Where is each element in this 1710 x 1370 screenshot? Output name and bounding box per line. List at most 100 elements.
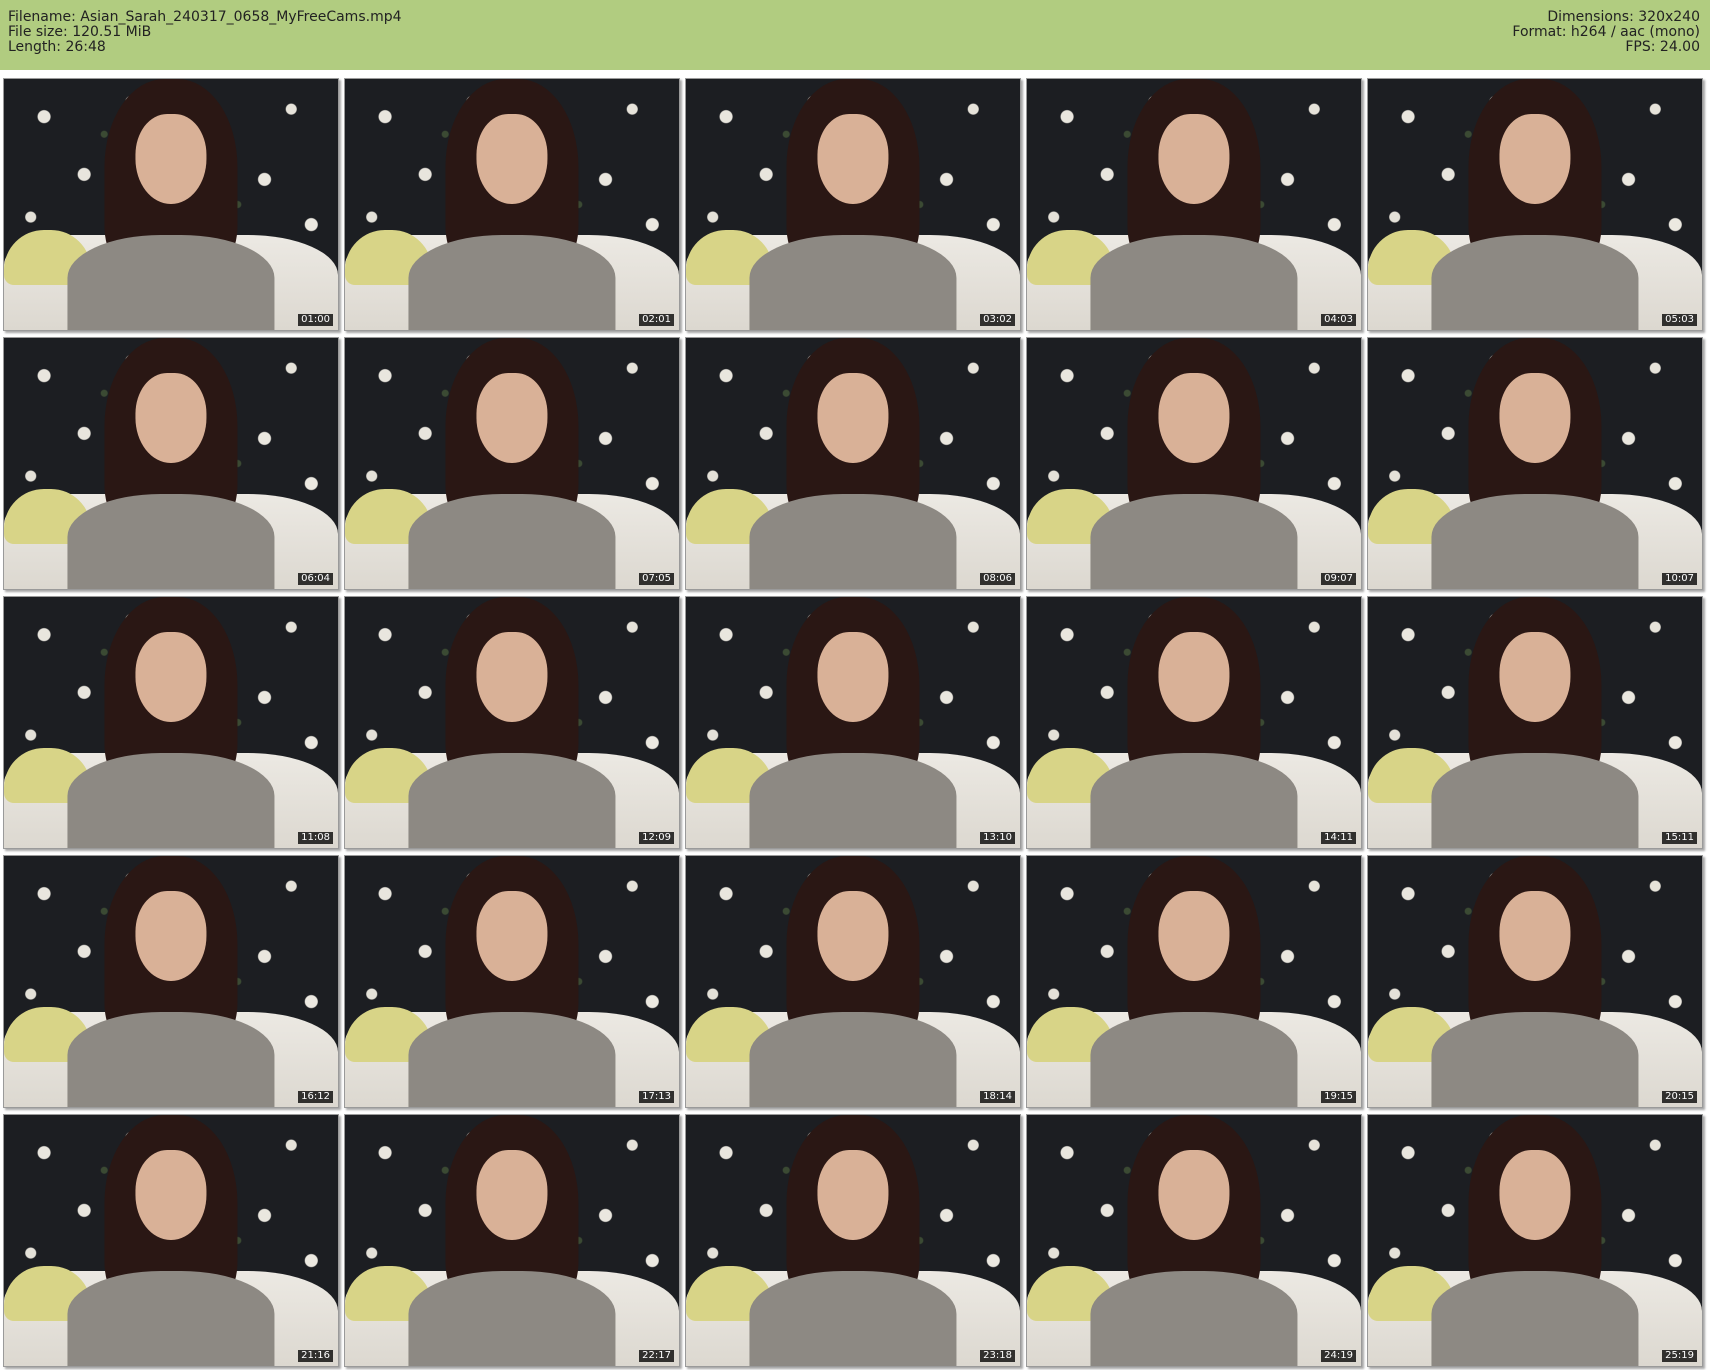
face-shape <box>476 632 548 723</box>
video-thumbnail[interactable]: 08:06 <box>685 337 1021 590</box>
video-thumbnail[interactable]: 11:08 <box>3 596 339 849</box>
person-figure <box>1090 79 1298 330</box>
file-size-value: 120.51 MiB <box>72 24 152 40</box>
filename-row: Filename: Asian_Sarah_240317_0658_MyFree… <box>8 10 402 25</box>
thumbnail-timestamp: 02:01 <box>639 314 674 326</box>
format-label: Format: <box>1512 24 1571 40</box>
thumbnail-timestamp: 11:08 <box>298 832 333 844</box>
fps-value: 24.00 <box>1659 39 1700 55</box>
face-shape <box>817 632 889 723</box>
face-shape <box>1499 373 1571 464</box>
person-figure <box>749 597 957 848</box>
sweater-shape <box>1431 752 1639 848</box>
face-shape <box>135 114 207 205</box>
video-thumbnail[interactable]: 25:19 <box>1367 1114 1703 1367</box>
face-shape <box>1158 632 1230 723</box>
video-thumbnail[interactable]: 18:14 <box>685 855 1021 1108</box>
face-shape <box>817 373 889 464</box>
thumbnail-timestamp: 12:09 <box>639 832 674 844</box>
thumbnail-timestamp: 04:03 <box>1321 314 1356 326</box>
face-shape <box>135 632 207 723</box>
video-thumbnail[interactable]: 17:13 <box>344 855 680 1108</box>
thumbnail-timestamp: 15:11 <box>1662 832 1697 844</box>
video-thumbnail[interactable]: 20:15 <box>1367 855 1703 1108</box>
video-thumbnail[interactable]: 12:09 <box>344 596 680 849</box>
filename-label: Filename: <box>8 9 81 25</box>
person-figure <box>408 1115 616 1366</box>
video-thumbnail[interactable]: 22:17 <box>344 1114 680 1367</box>
thumbnail-timestamp: 07:05 <box>639 573 674 585</box>
face-shape <box>135 891 207 982</box>
fps-row: FPS: 24.00 <box>1512 40 1700 55</box>
length-row: Length: 26:48 <box>8 40 402 55</box>
sweater-shape <box>1431 1270 1639 1366</box>
face-shape <box>476 373 548 464</box>
person-figure <box>1090 856 1298 1107</box>
person-figure <box>749 1115 957 1366</box>
fps-label: FPS: <box>1625 39 1660 55</box>
video-thumbnail[interactable]: 10:07 <box>1367 337 1703 590</box>
video-thumbnail[interactable]: 14:11 <box>1026 596 1362 849</box>
sweater-shape <box>67 1270 275 1366</box>
person-figure <box>1090 1115 1298 1366</box>
person-figure <box>1090 597 1298 848</box>
thumbnail-timestamp: 09:07 <box>1321 573 1356 585</box>
video-thumbnail[interactable]: 01:00 <box>3 78 339 331</box>
person-figure <box>408 79 616 330</box>
face-shape <box>476 1150 548 1241</box>
face-shape <box>476 891 548 982</box>
sweater-shape <box>1431 493 1639 589</box>
face-shape <box>1158 373 1230 464</box>
thumbnail-timestamp: 01:00 <box>298 314 333 326</box>
face-shape <box>1158 891 1230 982</box>
video-thumbnail[interactable]: 24:19 <box>1026 1114 1362 1367</box>
format-value: h264 / aac (mono) <box>1570 24 1700 40</box>
thumbnail-timestamp: 06:04 <box>298 573 333 585</box>
video-thumbnail[interactable]: 06:04 <box>3 337 339 590</box>
person-figure <box>749 338 957 589</box>
video-thumbnail[interactable]: 15:11 <box>1367 596 1703 849</box>
video-thumbnail[interactable]: 23:18 <box>685 1114 1021 1367</box>
thumbnail-timestamp: 08:06 <box>980 573 1015 585</box>
face-shape <box>1499 891 1571 982</box>
sweater-shape <box>1090 1011 1298 1107</box>
thumbnail-timestamp: 24:19 <box>1321 1350 1356 1362</box>
person-figure <box>1431 79 1639 330</box>
thumbnail-timestamp: 16:12 <box>298 1091 333 1103</box>
file-size-label: File size: <box>8 24 73 40</box>
video-thumbnail[interactable]: 13:10 <box>685 596 1021 849</box>
sweater-shape <box>408 234 616 330</box>
video-thumbnail[interactable]: 19:15 <box>1026 855 1362 1108</box>
filename-value: Asian_Sarah_240317_0658_MyFreeCams.mp4 <box>80 9 402 25</box>
face-shape <box>1158 114 1230 205</box>
length-label: Length: <box>8 39 66 55</box>
sweater-shape <box>1090 493 1298 589</box>
video-thumbnail[interactable]: 03:02 <box>685 78 1021 331</box>
sweater-shape <box>1090 752 1298 848</box>
thumbnail-timestamp: 03:02 <box>980 314 1015 326</box>
sweater-shape <box>749 1270 957 1366</box>
video-thumbnail[interactable]: 09:07 <box>1026 337 1362 590</box>
thumbnail-timestamp: 21:16 <box>298 1350 333 1362</box>
sweater-shape <box>408 752 616 848</box>
face-shape <box>817 891 889 982</box>
video-thumbnail[interactable]: 07:05 <box>344 337 680 590</box>
face-shape <box>1499 114 1571 205</box>
thumbnail-timestamp: 23:18 <box>980 1350 1015 1362</box>
thumbnail-timestamp: 14:11 <box>1321 832 1356 844</box>
person-figure <box>67 597 275 848</box>
face-shape <box>135 373 207 464</box>
video-thumbnail[interactable]: 21:16 <box>3 1114 339 1367</box>
thumbnail-timestamp: 13:10 <box>980 832 1015 844</box>
sweater-shape <box>749 493 957 589</box>
face-shape <box>135 1150 207 1241</box>
thumbnail-timestamp: 18:14 <box>980 1091 1015 1103</box>
thumbnail-timestamp: 20:15 <box>1662 1091 1697 1103</box>
thumbnail-timestamp: 22:17 <box>639 1350 674 1362</box>
video-thumbnail[interactable]: 16:12 <box>3 855 339 1108</box>
video-thumbnail[interactable]: 05:03 <box>1367 78 1703 331</box>
video-thumbnail[interactable]: 04:03 <box>1026 78 1362 331</box>
sweater-shape <box>749 752 957 848</box>
video-thumbnail[interactable]: 02:01 <box>344 78 680 331</box>
thumbnail-timestamp: 05:03 <box>1662 314 1697 326</box>
